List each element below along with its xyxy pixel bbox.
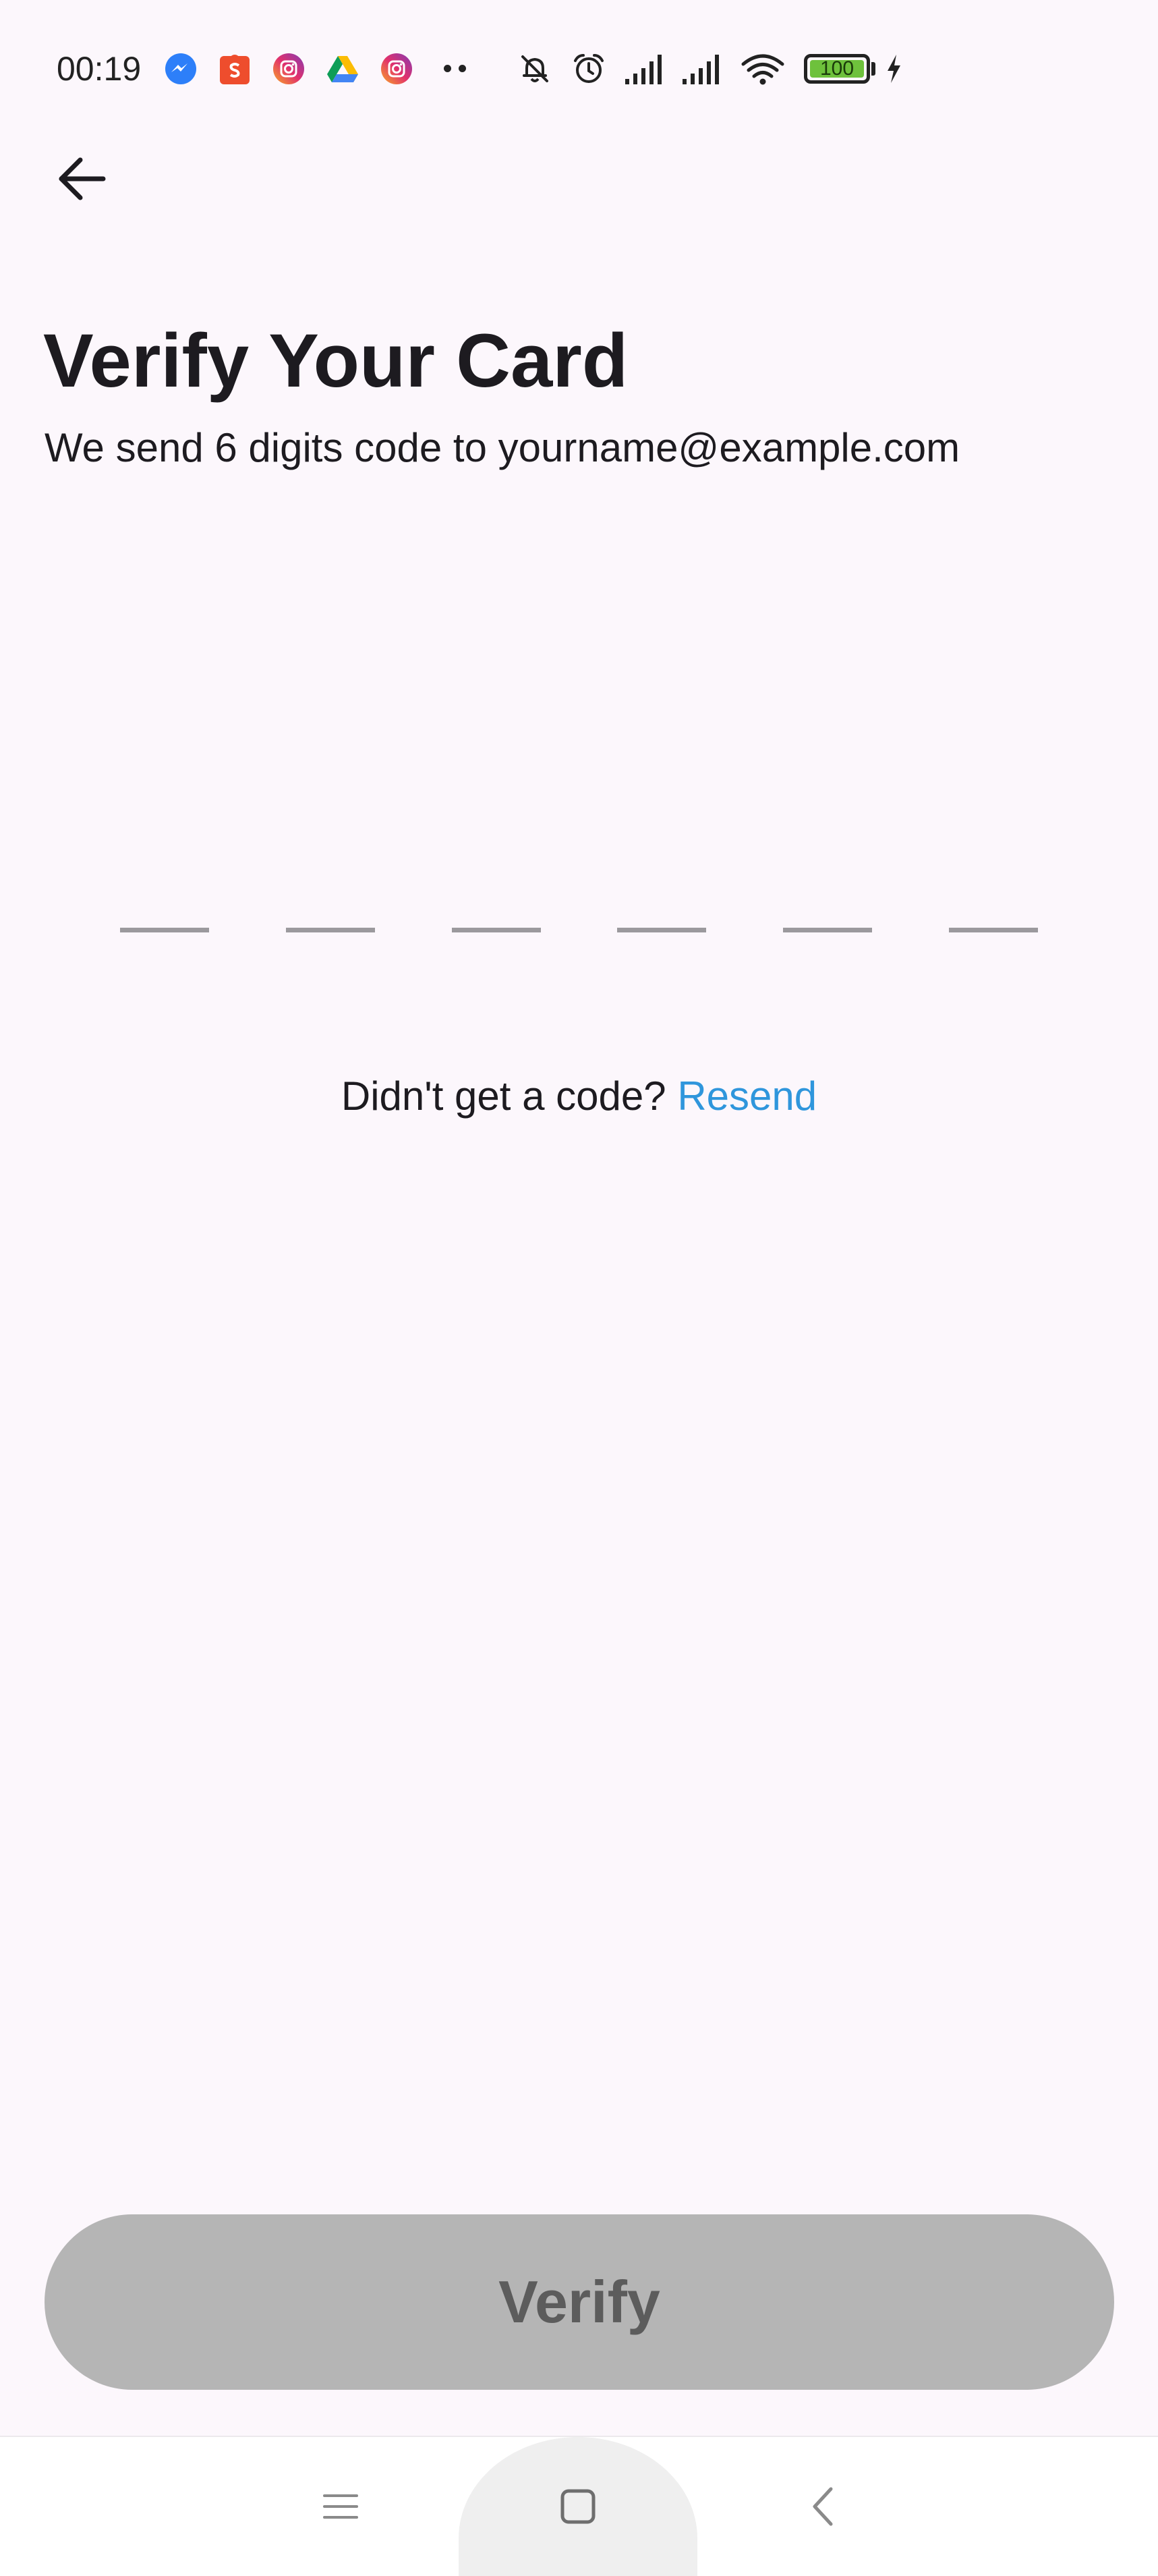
messenger-icon [165,53,196,84]
verify-button[interactable]: Verify [45,2214,1114,2390]
google-drive-icon [327,56,358,82]
battery-level: 100 [810,59,864,79]
resend-link[interactable]: Resend [677,1073,817,1119]
charging-icon [888,55,900,83]
otp-code-input [120,878,1039,932]
otp-digit-6[interactable] [949,878,1038,932]
back-button[interactable] [38,135,125,223]
resend-row: Didn't get a code? Resend [0,1067,1158,1125]
arrow-left-icon [59,157,106,200]
instagram-icon [273,53,304,84]
status-bar: 00:19 100 [0,0,1158,138]
nav-menu-button[interactable] [310,2437,371,2576]
otp-digit-3[interactable] [452,878,541,932]
back-chevron-icon [813,2487,833,2526]
alarm-clock-icon [574,54,604,83]
instagram-icon [381,53,412,84]
page-title: Verify Your Card [43,318,629,403]
signal-icon [683,55,719,84]
battery-cap [871,62,875,76]
nav-home-button[interactable] [459,2437,697,2576]
shopee-icon [220,55,250,84]
navigation-bar [0,2436,1158,2576]
battery-icon: 100 [804,54,870,84]
wifi-icon [741,54,784,85]
resend-prompt: Didn't get a code? [341,1073,678,1119]
more-dots-icon [444,65,471,73]
otp-digit-1[interactable] [120,878,209,932]
status-time: 00:19 [57,50,142,88]
menu-icon [323,2494,358,2519]
otp-digit-4[interactable] [617,878,706,932]
muted-alarm-icon [521,55,548,82]
signal-icon [625,55,662,84]
page-subtitle: We send 6 digits code to yourname@exampl… [45,425,960,470]
home-icon [560,2489,596,2524]
otp-digit-2[interactable] [286,878,375,932]
nav-back-button[interactable] [796,2437,850,2576]
otp-digit-5[interactable] [783,878,872,932]
